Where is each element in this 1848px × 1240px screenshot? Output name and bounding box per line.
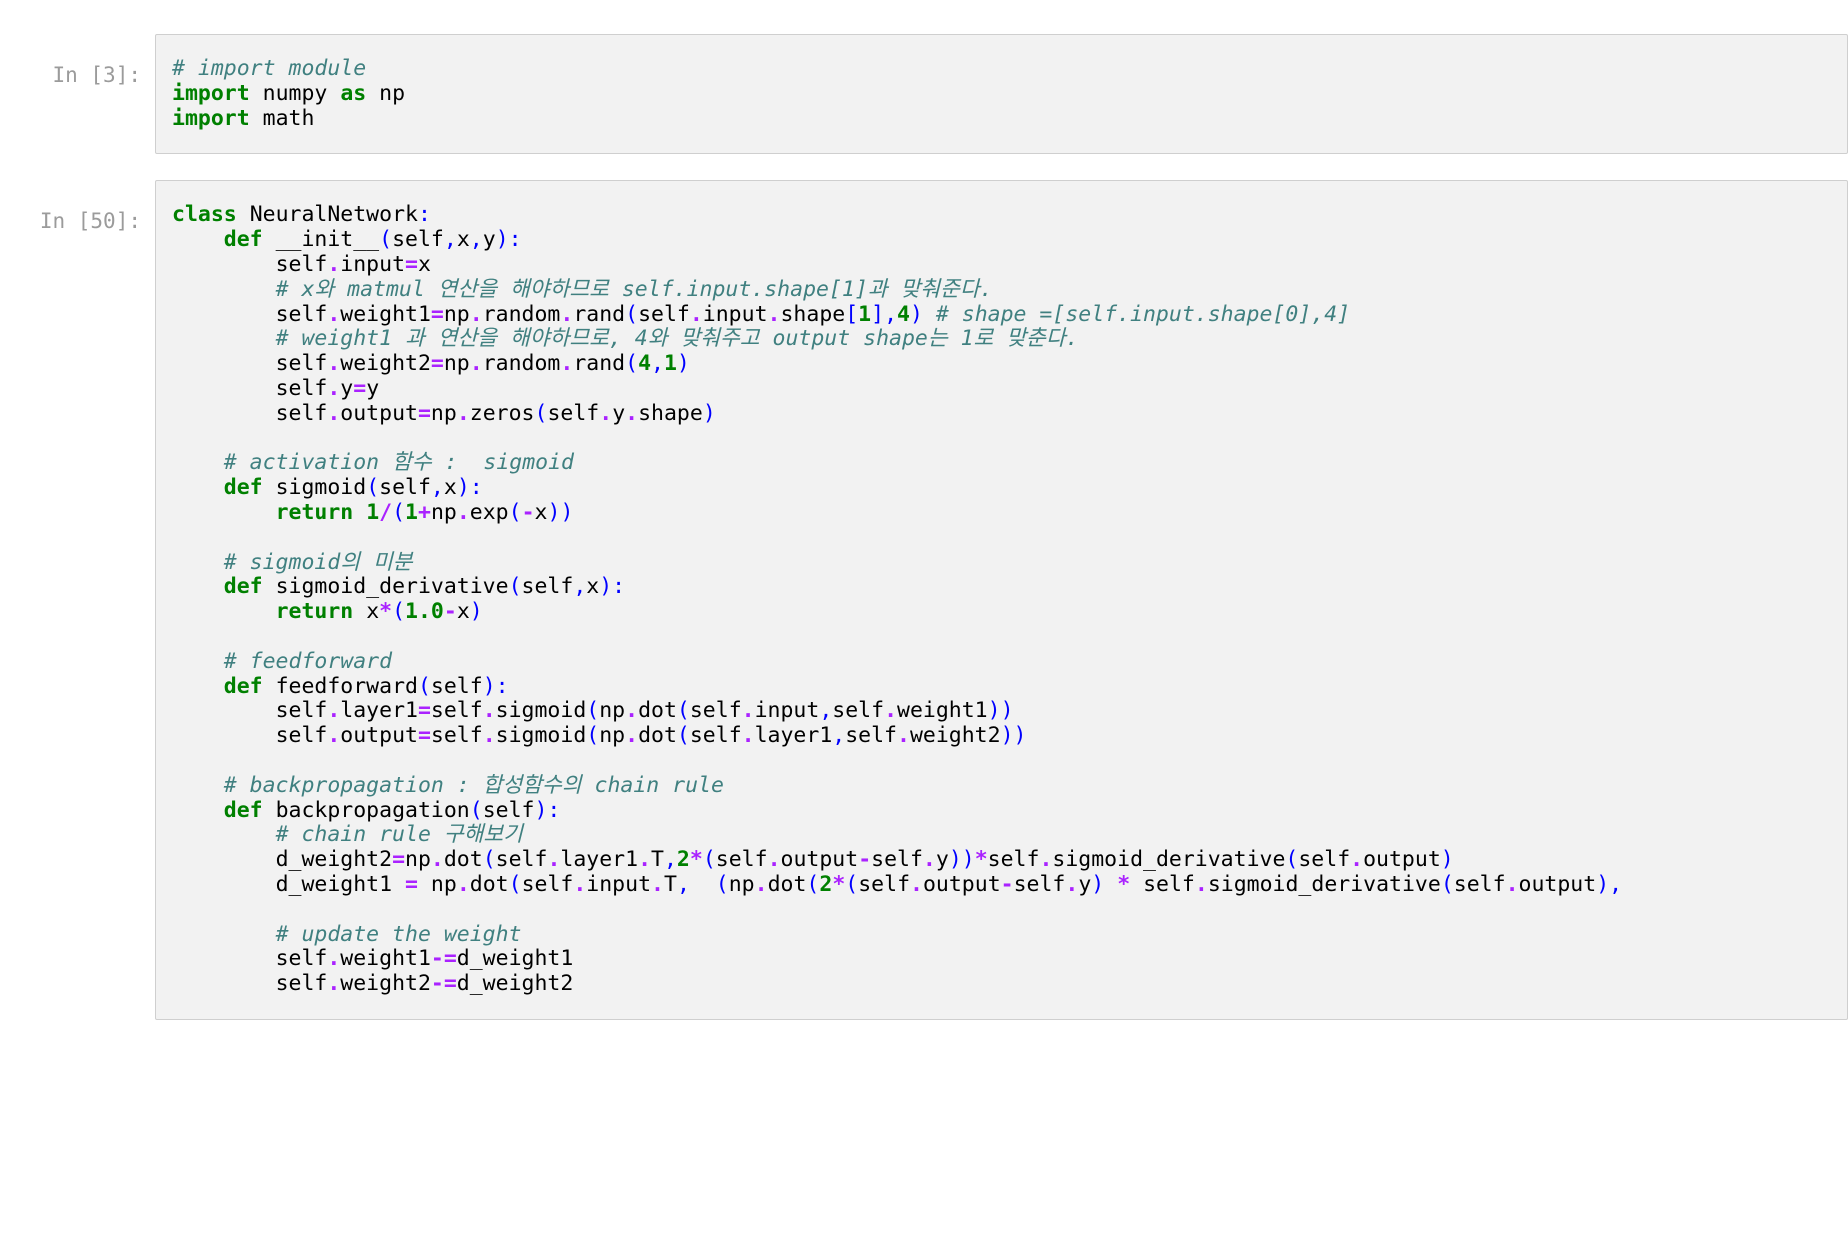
notebook-container: In [3]: # import module import numpy as n… xyxy=(0,0,1848,1240)
code-line: # import module xyxy=(172,57,367,81)
code-line: # update the weight xyxy=(275,921,522,947)
code-line: self.input=x xyxy=(275,251,431,277)
code-line: def backpropagation(self): xyxy=(223,797,561,823)
code-line: def feedforward(self): xyxy=(223,673,509,699)
code-line: self.output=np.zeros(self.y.shape) xyxy=(275,400,716,426)
code-line: # sigmoid의 미분 xyxy=(223,549,413,575)
code-line: # activation 함수 : sigmoid xyxy=(223,450,574,476)
code-line: self.layer1=self.sigmoid(np.dot(self.inp… xyxy=(275,698,1014,724)
code-line: import numpy as np xyxy=(172,80,406,106)
code-line: def sigmoid_derivative(self,x): xyxy=(223,574,626,600)
cell-prompt-input: In [50]: xyxy=(39,209,141,234)
code-line: self.weight2-=d_weight2 xyxy=(275,971,574,997)
code-line: import math xyxy=(172,105,315,131)
cell-prompt-input: In [3]: xyxy=(52,63,141,87)
code-line: def __init__(self,x,y): xyxy=(223,227,522,253)
code-line: self.weight1=np.random.rand(self.input.s… xyxy=(275,301,1351,327)
code-line: # x와 matmul 연산을 해야하므로 self.input.shape[1… xyxy=(275,276,993,302)
code-line: # backpropagation : 합성함수의 chain rule xyxy=(223,772,724,798)
notebook-cell[interactable]: In [3]: # import module import numpy as n… xyxy=(0,34,1848,155)
code-line: # feedforward xyxy=(223,648,393,674)
code-line: def sigmoid(self,x): xyxy=(223,475,483,501)
code-line: d_weight2=np.dot(self.layer1.T,2*(self.o… xyxy=(275,847,1454,873)
code-line: self.y=y xyxy=(275,375,380,401)
code-line: return x*(1.0-x) xyxy=(275,599,483,625)
notebook-cell[interactable]: In [50]: class NeuralNetwork: def __init… xyxy=(0,180,1848,1020)
code-line: return 1/(1+np.exp(-x)) xyxy=(275,499,574,525)
code-content[interactable]: class NeuralNetwork: def __init__(self,x… xyxy=(172,203,1837,997)
code-line: # weight1 과 연산을 해야하므로, 4와 맞춰주고 output sh… xyxy=(275,326,1079,352)
code-content[interactable]: # import module import numpy as np import … xyxy=(172,57,1837,131)
code-line: self.output=self.sigmoid(np.dot(self.lay… xyxy=(275,723,1027,749)
code-line: # chain rule 구해보기 xyxy=(275,822,523,848)
code-line: d_weight1 = np.dot(self.input.T, (np.dot… xyxy=(275,871,1623,897)
code-editor-area[interactable]: class NeuralNetwork: def __init__(self,x… xyxy=(155,180,1848,1020)
code-line: self.weight1-=d_weight1 xyxy=(275,946,574,972)
code-editor-area[interactable]: # import module import numpy as np import … xyxy=(155,34,1848,155)
code-line: class NeuralNetwork: xyxy=(172,203,431,228)
code-line: self.weight2=np.random.rand(4,1) xyxy=(275,351,690,377)
